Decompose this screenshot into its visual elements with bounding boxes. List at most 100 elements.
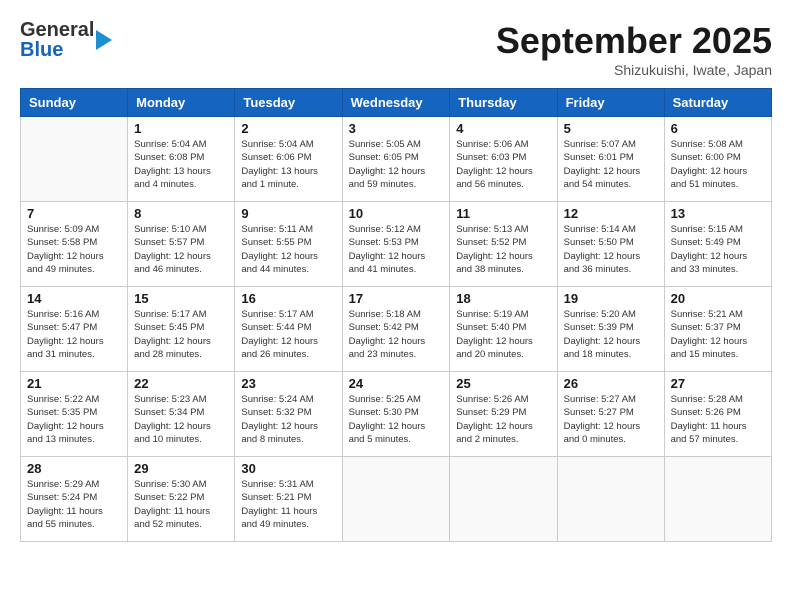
calendar-cell: 3 Sunrise: 5:05 AM Sunset: 6:05 PM Daylig… [342,117,450,202]
cell-info: Sunrise: 5:17 AM Sunset: 5:45 PM Dayligh… [134,308,228,361]
weekday-header: Wednesday [342,89,450,117]
cell-info: Sunrise: 5:25 AM Sunset: 5:30 PM Dayligh… [349,393,444,446]
day-number: 24 [349,376,444,391]
calendar-cell: 8 Sunrise: 5:10 AM Sunset: 5:57 PM Daylig… [128,202,235,287]
weekday-header: Sunday [21,89,128,117]
calendar-cell: 4 Sunrise: 5:06 AM Sunset: 6:03 PM Daylig… [450,117,557,202]
calendar-cell: 28 Sunrise: 5:29 AM Sunset: 5:24 PM Dayli… [21,457,128,542]
calendar-cell: 23 Sunrise: 5:24 AM Sunset: 5:32 PM Dayli… [235,372,342,457]
day-number: 11 [456,206,550,221]
calendar-cell: 11Sunrise: 5:13 AM Sunset: 5:52 PM Dayli… [450,202,557,287]
calendar-cell: 18Sunrise: 5:19 AM Sunset: 5:40 PM Dayli… [450,287,557,372]
cell-info: Sunrise: 5:31 AM Sunset: 5:21 PM Dayligh… [241,478,335,531]
calendar-week-row: 7 Sunrise: 5:09 AM Sunset: 5:58 PM Daylig… [21,202,772,287]
day-number: 14 [27,291,121,306]
cell-info: Sunrise: 5:11 AM Sunset: 5:55 PM Dayligh… [241,223,335,276]
day-number: 5 [564,121,658,136]
cell-info: Sunrise: 5:10 AM Sunset: 5:57 PM Dayligh… [134,223,228,276]
calendar-cell: 20 Sunrise: 5:21 AM Sunset: 5:37 PM Dayli… [664,287,771,372]
calendar-cell: 25 Sunrise: 5:26 AM Sunset: 5:29 PM Dayli… [450,372,557,457]
day-number: 22 [134,376,228,391]
calendar-cell: 16 Sunrise: 5:17 AM Sunset: 5:44 PM Dayli… [235,287,342,372]
day-number: 9 [241,206,335,221]
calendar-cell: 10 Sunrise: 5:12 AM Sunset: 5:53 PM Dayli… [342,202,450,287]
day-number: 7 [27,206,121,221]
day-number: 4 [456,121,550,136]
calendar-week-row: 14 Sunrise: 5:16 AM Sunset: 5:47 PM Dayli… [21,287,772,372]
day-number: 13 [671,206,765,221]
day-number: 21 [27,376,121,391]
cell-info: Sunrise: 5:08 AM Sunset: 6:00 PM Dayligh… [671,138,765,191]
day-number: 10 [349,206,444,221]
calendar-cell [21,117,128,202]
cell-info: Sunrise: 5:30 AM Sunset: 5:22 PM Dayligh… [134,478,228,531]
cell-info: Sunrise: 5:06 AM Sunset: 6:03 PM Dayligh… [456,138,550,191]
calendar-cell: 19Sunrise: 5:20 AM Sunset: 5:39 PM Dayli… [557,287,664,372]
cell-info: Sunrise: 5:17 AM Sunset: 5:44 PM Dayligh… [241,308,335,361]
cell-info: Sunrise: 5:27 AM Sunset: 5:27 PM Dayligh… [564,393,658,446]
day-number: 2 [241,121,335,136]
calendar-header-row: SundayMondayTuesdayWednesdayThursdayFrid… [21,89,772,117]
day-number: 30 [241,461,335,476]
calendar-cell: 30 Sunrise: 5:31 AM Sunset: 5:21 PM Dayli… [235,457,342,542]
day-number: 6 [671,121,765,136]
day-number: 16 [241,291,335,306]
day-number: 20 [671,291,765,306]
cell-info: Sunrise: 5:21 AM Sunset: 5:37 PM Dayligh… [671,308,765,361]
day-number: 27 [671,376,765,391]
day-number: 15 [134,291,228,306]
calendar-table: SundayMondayTuesdayWednesdayThursdayFrid… [20,88,772,542]
day-number: 25 [456,376,550,391]
day-number: 17 [349,291,444,306]
calendar-week-row: 1Sunrise: 5:04 AM Sunset: 6:08 PM Daylig… [21,117,772,202]
month-title: September 2025 [496,20,772,62]
calendar-cell [450,457,557,542]
cell-info: Sunrise: 5:24 AM Sunset: 5:32 PM Dayligh… [241,393,335,446]
cell-info: Sunrise: 5:15 AM Sunset: 5:49 PM Dayligh… [671,223,765,276]
day-number: 12 [564,206,658,221]
cell-info: Sunrise: 5:12 AM Sunset: 5:53 PM Dayligh… [349,223,444,276]
day-number: 23 [241,376,335,391]
cell-info: Sunrise: 5:05 AM Sunset: 6:05 PM Dayligh… [349,138,444,191]
title-section: September 2025 Shizukuishi, Iwate, Japan [496,20,772,78]
header: General Blue September 2025 Shizukuishi,… [20,20,772,78]
cell-info: Sunrise: 5:19 AM Sunset: 5:40 PM Dayligh… [456,308,550,361]
calendar-week-row: 21Sunrise: 5:22 AM Sunset: 5:35 PM Dayli… [21,372,772,457]
day-number: 3 [349,121,444,136]
calendar-cell [557,457,664,542]
cell-info: Sunrise: 5:29 AM Sunset: 5:24 PM Dayligh… [27,478,121,531]
cell-info: Sunrise: 5:26 AM Sunset: 5:29 PM Dayligh… [456,393,550,446]
calendar-cell: 5 Sunrise: 5:07 AM Sunset: 6:01 PM Daylig… [557,117,664,202]
calendar-cell: 12 Sunrise: 5:14 AM Sunset: 5:50 PM Dayli… [557,202,664,287]
calendar-cell: 14 Sunrise: 5:16 AM Sunset: 5:47 PM Dayli… [21,287,128,372]
cell-info: Sunrise: 5:07 AM Sunset: 6:01 PM Dayligh… [564,138,658,191]
calendar-cell: 17 Sunrise: 5:18 AM Sunset: 5:42 PM Dayli… [342,287,450,372]
day-number: 19 [564,291,658,306]
weekday-header: Saturday [664,89,771,117]
calendar-cell: 15 Sunrise: 5:17 AM Sunset: 5:45 PM Dayli… [128,287,235,372]
calendar-cell [342,457,450,542]
calendar-cell: 21Sunrise: 5:22 AM Sunset: 5:35 PM Dayli… [21,372,128,457]
cell-info: Sunrise: 5:16 AM Sunset: 5:47 PM Dayligh… [27,308,121,361]
day-number: 8 [134,206,228,221]
calendar-cell: 7 Sunrise: 5:09 AM Sunset: 5:58 PM Daylig… [21,202,128,287]
calendar-week-row: 28 Sunrise: 5:29 AM Sunset: 5:24 PM Dayli… [21,457,772,542]
cell-info: Sunrise: 5:14 AM Sunset: 5:50 PM Dayligh… [564,223,658,276]
calendar-cell: 27Sunrise: 5:28 AM Sunset: 5:26 PM Dayli… [664,372,771,457]
calendar-cell: 26Sunrise: 5:27 AM Sunset: 5:27 PM Dayli… [557,372,664,457]
logo: General Blue [20,20,112,60]
calendar-cell: 29Sunrise: 5:30 AM Sunset: 5:22 PM Dayli… [128,457,235,542]
calendar-cell: 24 Sunrise: 5:25 AM Sunset: 5:30 PM Dayli… [342,372,450,457]
day-number: 28 [27,461,121,476]
calendar-cell: 2Sunrise: 5:04 AM Sunset: 6:06 PM Daylig… [235,117,342,202]
weekday-header: Thursday [450,89,557,117]
calendar-cell: 6 Sunrise: 5:08 AM Sunset: 6:00 PM Daylig… [664,117,771,202]
calendar-cell: 9 Sunrise: 5:11 AM Sunset: 5:55 PM Daylig… [235,202,342,287]
location-subtitle: Shizukuishi, Iwate, Japan [496,62,772,78]
cell-info: Sunrise: 5:18 AM Sunset: 5:42 PM Dayligh… [349,308,444,361]
calendar-cell: 1Sunrise: 5:04 AM Sunset: 6:08 PM Daylig… [128,117,235,202]
logo-arrow-icon [96,30,112,50]
calendar-cell [664,457,771,542]
day-number: 1 [134,121,228,136]
cell-info: Sunrise: 5:09 AM Sunset: 5:58 PM Dayligh… [27,223,121,276]
